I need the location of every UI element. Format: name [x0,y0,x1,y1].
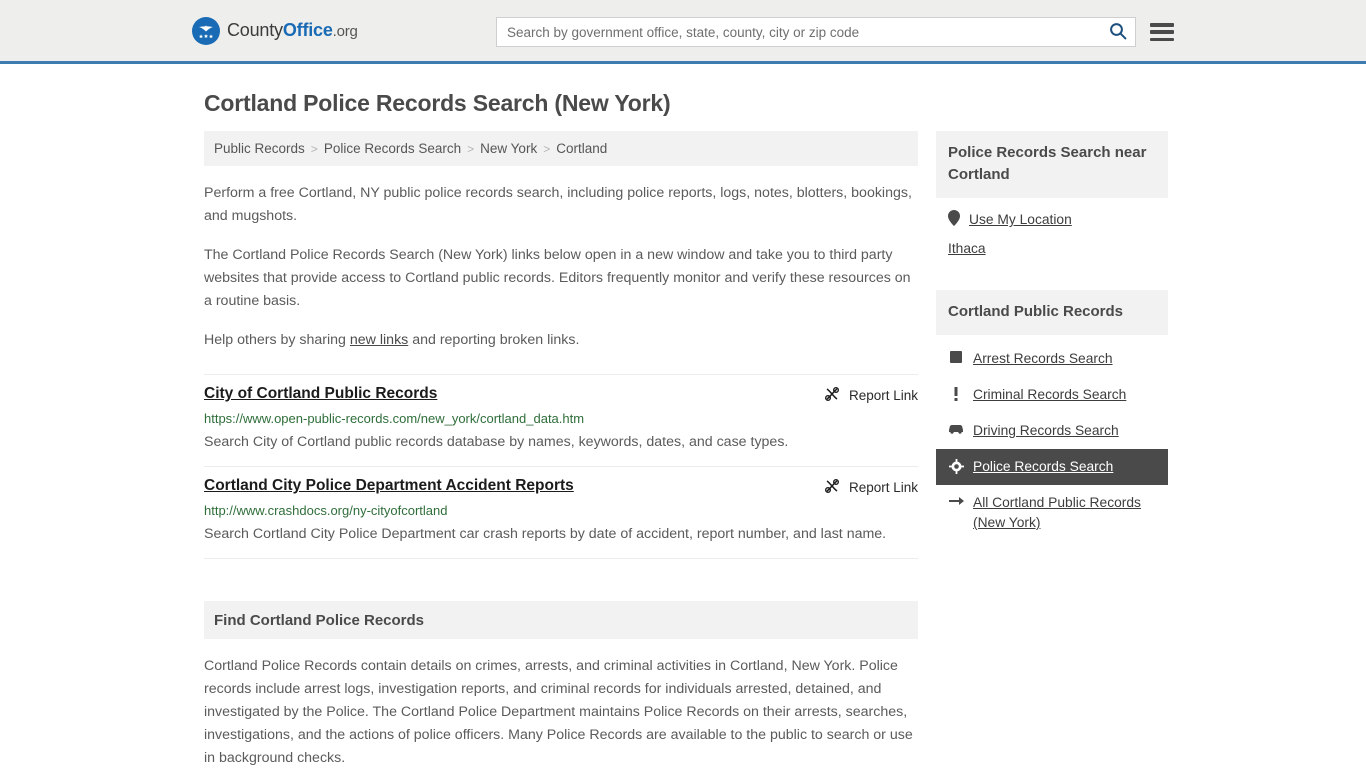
result-header: City of Cortland Public Records Report L… [204,385,918,405]
breadcrumb-item-cortland: Cortland [556,141,608,156]
breadcrumb-item-public-records[interactable]: Public Records [214,141,305,156]
breadcrumb-separator: > [310,141,318,156]
result-header: Cortland City Police Department Accident… [204,477,918,497]
sidebar-near-links: Use My Location Ithaca [936,198,1168,262]
brand-part-office: Office [282,20,333,40]
use-my-location-item[interactable]: Use My Location [936,204,1168,235]
near-place-item[interactable]: Ithaca [936,235,1168,262]
result-description: Search City of Cortland public records d… [204,434,789,450]
result-url: https://www.open-public-records.com/new_… [204,411,585,426]
page-container: Cortland Police Records Search (New York… [0,90,1366,768]
content-row: Public Records > Police Records Search >… [0,131,1366,768]
eagle-stars-logo-icon [192,16,220,45]
new-links-link[interactable]: new links [350,332,408,348]
results-list: City of Cortland Public Records Report L… [204,374,918,559]
arrow-right-icon [948,493,964,507]
sidebar-near-heading: Police Records Search near Cortland [936,131,1168,198]
search-input[interactable] [497,18,1101,46]
broken-link-icon [824,386,840,405]
search-button[interactable] [1101,18,1135,46]
square-icon [948,349,964,363]
sidebar-records-block: Cortland Public Records Arrest Records S… [936,290,1168,541]
sidebar-records-heading: Cortland Public Records [936,290,1168,335]
share-text-before: Help others by sharing [204,332,350,348]
menu-bar-2 [1150,30,1174,34]
brand-part-org: .org [332,23,358,40]
menu-bar-3 [1150,37,1174,41]
find-records-heading: Find Cortland Police Records [204,601,918,639]
sidebar-item-police-records[interactable]: Police Records Search [936,449,1168,485]
sidebar-item-arrest-records[interactable]: Arrest Records Search [936,341,1168,377]
sidebar-item-label[interactable]: All Cortland Public Records (New York) [973,493,1156,533]
report-link-button[interactable]: Report Link [824,385,918,405]
sidebar-item-all-public-records[interactable]: All Cortland Public Records (New York) [936,485,1168,541]
breadcrumb-separator: > [543,141,551,156]
search-icon [1109,22,1127,43]
intro-paragraph-3: Help others by sharing new links and rep… [204,329,918,352]
breadcrumb-item-police-records-search[interactable]: Police Records Search [324,141,461,156]
badge-target-icon [948,457,964,474]
site-logo-link[interactable]: CountyOffice.org [192,16,358,45]
result-description: Search Cortland City Police Department c… [204,526,887,542]
site-header: CountyOffice.org [0,0,1366,64]
breadcrumb: Public Records > Police Records Search >… [204,131,918,166]
find-records-body: Cortland Police Records contain details … [204,658,913,766]
report-link-button[interactable]: Report Link [824,477,918,497]
result-title-link[interactable]: Cortland City Police Department Accident… [204,477,574,495]
brand-part-county: County [227,20,283,40]
breadcrumb-separator: > [467,141,475,156]
sidebar-records-list: Arrest Records Search Criminal Records S… [936,335,1168,541]
sidebar-item-label[interactable]: Criminal Records Search [973,385,1126,405]
report-link-label: Report Link [848,388,918,403]
intro-paragraph-2: The Cortland Police Records Search (New … [204,247,911,309]
result-title-link[interactable]: City of Cortland Public Records [204,385,437,403]
exclamation-icon [948,385,964,401]
share-text-after: and reporting broken links. [408,332,580,348]
brand-wordmark: CountyOffice.org [227,20,358,41]
map-pin-icon [948,210,960,229]
broken-link-icon [824,478,840,497]
car-icon [948,421,964,434]
intro-paragraph-1: Perform a free Cortland, NY public polic… [204,185,912,224]
use-my-location-link[interactable]: Use My Location [969,212,1072,227]
sidebar-item-label[interactable]: Arrest Records Search [973,349,1113,369]
sidebar-item-criminal-records[interactable]: Criminal Records Search [936,377,1168,413]
menu-bar-1 [1150,23,1174,27]
near-place-link-ithaca[interactable]: Ithaca [948,241,986,256]
sidebar-near-block: Police Records Search near Cortland Use … [936,131,1168,262]
sidebar-item-label[interactable]: Police Records Search [973,457,1113,477]
hamburger-menu-icon[interactable] [1150,20,1174,44]
search-bar[interactable] [496,17,1136,47]
sidebar: Police Records Search near Cortland Use … [936,131,1168,768]
result-item: City of Cortland Public Records Report L… [204,374,918,467]
result-url: http://www.crashdocs.org/ny-cityofcortla… [204,503,448,518]
sidebar-item-label[interactable]: Driving Records Search [973,421,1119,441]
breadcrumb-item-new-york[interactable]: New York [480,141,537,156]
main-column: Public Records > Police Records Search >… [204,131,918,768]
find-records-section: Find Cortland Police Records Cortland Po… [204,601,918,768]
sidebar-item-driving-records[interactable]: Driving Records Search [936,413,1168,449]
result-item: Cortland City Police Department Accident… [204,467,918,559]
report-link-label: Report Link [848,480,918,495]
page-title: Cortland Police Records Search (New York… [204,90,671,116]
